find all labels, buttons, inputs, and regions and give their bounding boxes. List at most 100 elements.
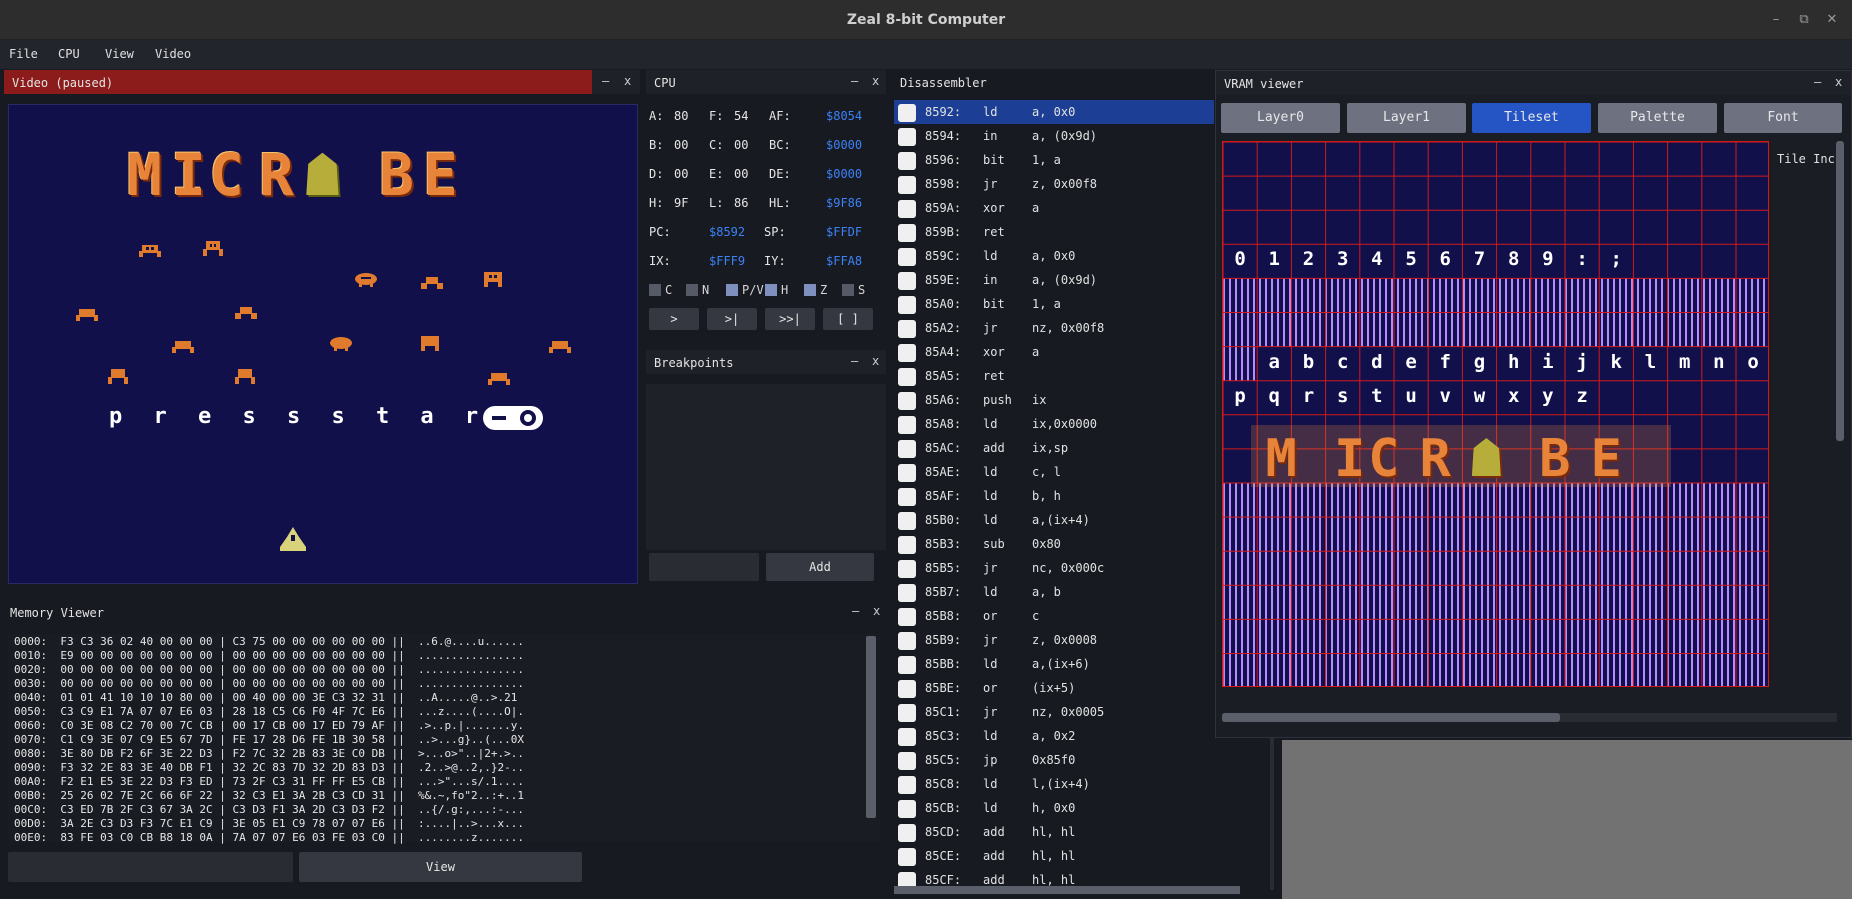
disasm-row[interactable]: 85BB: ld a,(ix+6) bbox=[894, 652, 1214, 676]
disasm-row[interactable]: 859C: ld a, 0x0 bbox=[894, 244, 1214, 268]
breakpoint-checkbox[interactable] bbox=[898, 416, 916, 434]
breakpoint-checkbox[interactable] bbox=[898, 536, 916, 554]
disasm-row[interactable]: 85B9: jr z, 0x0008 bbox=[894, 628, 1214, 652]
disasm-row[interactable]: 85A6: push ix bbox=[894, 388, 1214, 412]
disassembler-hscrollbar[interactable] bbox=[894, 886, 1240, 894]
disasm-row[interactable]: 85A2: jr nz, 0x00f8 bbox=[894, 316, 1214, 340]
breakpoint-checkbox[interactable] bbox=[898, 344, 916, 362]
breakpoint-checkbox[interactable] bbox=[898, 848, 916, 866]
disasm-row[interactable]: 85AF: ld b, h bbox=[894, 484, 1214, 508]
flag-pv-checkbox[interactable] bbox=[726, 284, 738, 296]
video-panel-header[interactable]: Video (paused) – x bbox=[4, 70, 640, 94]
disasm-row[interactable]: 8594: in a, (0x9d) bbox=[894, 124, 1214, 148]
disassembler-list[interactable]: 8592: ld a, 0x0 8594: in a, (0x9d) 8596: bit 1, … bbox=[894, 100, 1214, 890]
flag-s-checkbox[interactable] bbox=[842, 284, 854, 296]
maximize-button[interactable]: ⧉ bbox=[1794, 10, 1814, 30]
breakpoint-checkbox[interactable] bbox=[898, 392, 916, 410]
continue-button[interactable]: > bbox=[649, 308, 699, 330]
breakpoint-checkbox[interactable] bbox=[898, 488, 916, 506]
breakpoint-checkbox[interactable] bbox=[898, 560, 916, 578]
tab-font[interactable]: Font bbox=[1724, 103, 1842, 133]
tab-palette[interactable]: Palette bbox=[1598, 103, 1717, 133]
vram-hscrollbar[interactable] bbox=[1222, 713, 1837, 722]
disasm-row[interactable]: 85B8: or c bbox=[894, 604, 1214, 628]
flag-pv[interactable]: P/V bbox=[726, 283, 764, 297]
breakpoint-checkbox[interactable] bbox=[898, 464, 916, 482]
disasm-row[interactable]: 85C8: ld l,(ix+4) bbox=[894, 772, 1214, 796]
memory-minimize-button[interactable]: – bbox=[852, 604, 859, 618]
disasm-row[interactable]: 85A8: ld ix,0x0000 bbox=[894, 412, 1214, 436]
breakpoint-checkbox[interactable] bbox=[898, 824, 916, 842]
breakpoint-checkbox[interactable] bbox=[898, 704, 916, 722]
disasm-row[interactable]: 85AE: ld c, l bbox=[894, 460, 1214, 484]
disasm-row[interactable]: 85B5: jr nc, 0x000c bbox=[894, 556, 1214, 580]
memory-scrollbar[interactable] bbox=[866, 636, 876, 818]
close-window-button[interactable]: ✕ bbox=[1822, 10, 1842, 30]
disasm-row[interactable]: 85B0: ld a,(ix+4) bbox=[894, 508, 1214, 532]
disasm-row[interactable]: 8598: jr z, 0x00f8 bbox=[894, 172, 1214, 196]
flag-n-checkbox[interactable] bbox=[686, 284, 698, 296]
tileset-grid[interactable]: 0 1 2 3 4 5 6 7 8 9:; a b c d e f g h i j k l m n o p q r s t u v w x y z M I… bbox=[1222, 141, 1769, 687]
vram-vscrollbar[interactable] bbox=[1836, 141, 1844, 441]
disasm-row[interactable]: 85AC: add ix,sp bbox=[894, 436, 1214, 460]
vram-viewer-header[interactable]: VRAM viewer – x bbox=[1216, 71, 1851, 95]
flag-s[interactable]: S bbox=[842, 283, 865, 297]
video-close-button[interactable]: x bbox=[624, 74, 631, 88]
cpu-minimize-button[interactable]: – bbox=[851, 74, 858, 88]
breakpoint-checkbox[interactable] bbox=[898, 680, 916, 698]
vram-close-button[interactable]: x bbox=[1835, 75, 1842, 89]
breakpoint-checkbox[interactable] bbox=[898, 128, 916, 146]
disasm-row[interactable]: 85C5: jp 0x85f0 bbox=[894, 748, 1214, 772]
tab-layer1[interactable]: Layer1 bbox=[1347, 103, 1466, 133]
breakpoint-checkbox[interactable] bbox=[898, 632, 916, 650]
breakpoint-checkbox[interactable] bbox=[898, 608, 916, 626]
disasm-row[interactable]: 85CB: ld h, 0x0 bbox=[894, 796, 1214, 820]
menu-video[interactable]: Video bbox=[155, 47, 191, 61]
flag-z[interactable]: Z bbox=[804, 283, 827, 297]
flag-c[interactable]: C bbox=[649, 283, 672, 297]
pause-button[interactable]: [ ] bbox=[823, 308, 873, 330]
breakpoint-checkbox[interactable] bbox=[898, 320, 916, 338]
breakpoint-checkbox[interactable] bbox=[898, 656, 916, 674]
breakpoints-panel-header[interactable]: Breakpoints – x bbox=[646, 350, 886, 374]
flag-h[interactable]: H bbox=[765, 283, 788, 297]
flag-n[interactable]: N bbox=[686, 283, 709, 297]
tab-layer0[interactable]: Layer0 bbox=[1221, 103, 1340, 133]
cpu-panel-header[interactable]: CPU – x bbox=[646, 70, 886, 94]
flag-z-checkbox[interactable] bbox=[804, 284, 816, 296]
breakpoint-checkbox[interactable] bbox=[898, 752, 916, 770]
step-over-button[interactable]: >>| bbox=[765, 308, 815, 330]
video-minimize-button[interactable]: – bbox=[602, 74, 609, 88]
disasm-row[interactable]: 859B: ret bbox=[894, 220, 1214, 244]
breakpoint-checkbox[interactable] bbox=[898, 368, 916, 386]
menu-file[interactable]: File bbox=[9, 47, 38, 61]
breakpoint-checkbox[interactable] bbox=[898, 248, 916, 266]
breakpoints-list[interactable] bbox=[646, 384, 886, 550]
breakpoint-checkbox[interactable] bbox=[898, 776, 916, 794]
memory-close-button[interactable]: x bbox=[873, 604, 880, 618]
flag-c-checkbox[interactable] bbox=[649, 284, 661, 296]
cpu-close-button[interactable]: x bbox=[872, 74, 879, 88]
disasm-row[interactable]: 859E: in a, (0x9d) bbox=[894, 268, 1214, 292]
minimize-button[interactable]: – bbox=[1766, 10, 1786, 30]
breakpoints-close-button[interactable]: x bbox=[872, 354, 879, 368]
vram-minimize-button[interactable]: – bbox=[1814, 75, 1821, 89]
vram-hscroll-thumb[interactable] bbox=[1222, 713, 1560, 722]
breakpoint-checkbox[interactable] bbox=[898, 800, 916, 818]
disasm-row[interactable]: 85B3: sub 0x80 bbox=[894, 532, 1214, 556]
disasm-row[interactable]: 85C3: ld a, 0x2 bbox=[894, 724, 1214, 748]
breakpoint-checkbox[interactable] bbox=[898, 584, 916, 602]
disasm-row[interactable]: 85B7: ld a, b bbox=[894, 580, 1214, 604]
breakpoint-checkbox[interactable] bbox=[898, 104, 916, 122]
add-breakpoint-button[interactable]: Add bbox=[766, 553, 874, 581]
memory-viewer-header[interactable]: Memory Viewer – x bbox=[4, 600, 886, 624]
disasm-row[interactable]: 85CE: add hl, hl bbox=[894, 844, 1214, 868]
disasm-row[interactable]: 8596: bit 1, a bbox=[894, 148, 1214, 172]
breakpoint-checkbox[interactable] bbox=[898, 728, 916, 746]
flag-h-checkbox[interactable] bbox=[765, 284, 777, 296]
disasm-row[interactable]: 85C1: jr nz, 0x0005 bbox=[894, 700, 1214, 724]
breakpoint-checkbox[interactable] bbox=[898, 200, 916, 218]
disasm-row[interactable]: 85A5: ret bbox=[894, 364, 1214, 388]
breakpoint-address-input[interactable] bbox=[649, 553, 759, 581]
menu-cpu[interactable]: CPU bbox=[58, 47, 80, 61]
